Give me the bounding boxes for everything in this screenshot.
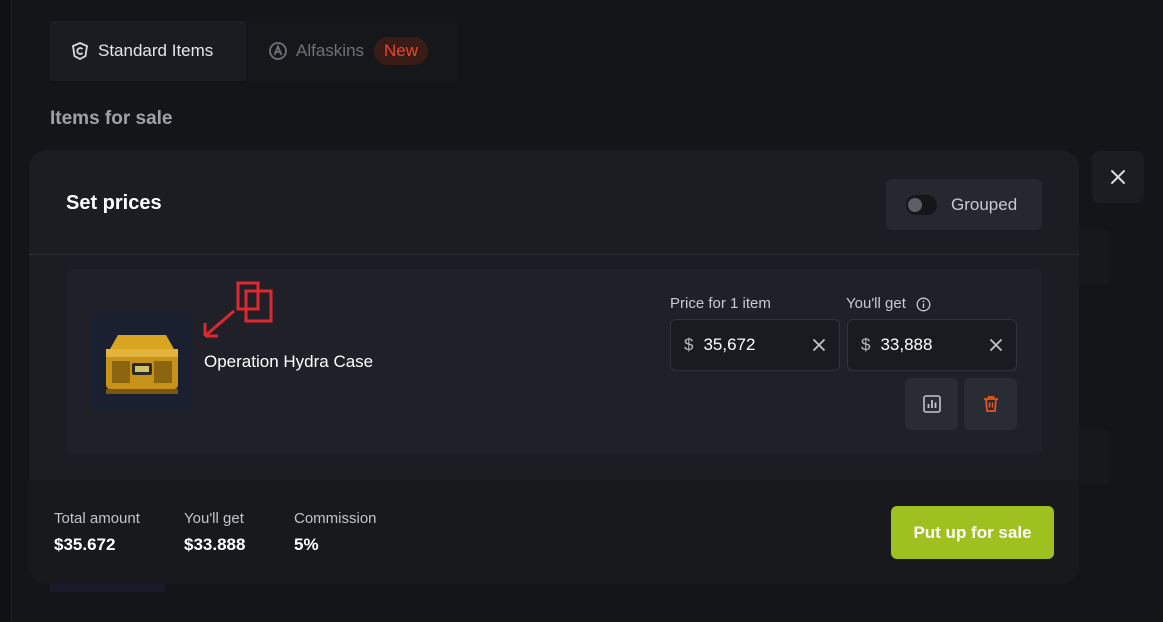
new-badge: New: [374, 37, 429, 65]
item-image: [92, 312, 192, 411]
chart-icon: [922, 395, 941, 413]
commission-value: 5%: [294, 535, 319, 554]
receive-input[interactable]: $ 33,888: [847, 319, 1017, 371]
grouped-label: Grouped: [951, 194, 1018, 214]
trash-icon: [983, 396, 998, 412]
case-icon: [106, 334, 178, 394]
modal-title: Set prices: [66, 192, 162, 214]
tab-alfaskins-label: Alfaskins: [296, 41, 365, 60]
price-input[interactable]: $ 35,672: [670, 319, 840, 371]
item-card: Operation Hydra Case Price for 1 item Yo…: [67, 269, 1042, 454]
item-name: Operation Hydra Case: [204, 352, 374, 371]
you-get-value: $33.888: [184, 535, 246, 554]
tab-standard-items-label: Standard Items: [98, 41, 214, 60]
close-icon: [1111, 170, 1125, 184]
you-get-label: You'll get: [184, 510, 244, 527]
you-get-stat: You'll get $33.888: [184, 510, 245, 555]
currency-symbol: $: [861, 335, 871, 354]
clear-receive-button[interactable]: [976, 338, 1016, 352]
receive-label: You'll get: [846, 295, 906, 312]
clear-icon: [989, 338, 1003, 352]
alfaskins-icon: [268, 41, 288, 61]
price-history-button[interactable]: [905, 378, 958, 430]
receive-value[interactable]: 33,888: [880, 335, 976, 355]
tab-standard-items[interactable]: Standard Items: [50, 21, 246, 81]
copy-arrow-icon: [203, 281, 273, 338]
commission-stat: Commission 5%: [294, 510, 377, 555]
total-amount-stat: Total amount $35.672: [54, 510, 140, 555]
standard-items-icon: [70, 41, 90, 61]
item-source-tabs: Standard Items Alfaskins New: [50, 21, 458, 81]
left-rail: [0, 0, 12, 622]
section-title: Items for sale: [50, 108, 173, 129]
price-value[interactable]: 35,672: [703, 335, 799, 355]
close-modal-button[interactable]: [1092, 151, 1144, 203]
total-amount-value: $35.672: [54, 535, 116, 554]
delete-item-button[interactable]: [964, 378, 1017, 430]
tab-alfaskins[interactable]: Alfaskins New: [248, 21, 458, 81]
clear-price-button[interactable]: [799, 338, 839, 352]
grouped-toggle-button[interactable]: Grouped: [886, 179, 1042, 230]
page: Standard Items Alfaskins New Items for s…: [0, 0, 1163, 622]
total-amount-label: Total amount: [54, 510, 140, 527]
modal-footer: Total amount $35.672 You'll get $33.888 …: [29, 480, 1079, 584]
modal-header: Set prices Grouped: [29, 150, 1079, 255]
info-icon[interactable]: [916, 297, 931, 312]
currency-symbol: $: [684, 335, 694, 354]
commission-label: Commission: [294, 510, 377, 527]
set-prices-modal: Set prices Grouped Operation Hydra Case …: [29, 150, 1079, 584]
grouped-toggle[interactable]: [906, 194, 937, 215]
toggle-knob: [908, 197, 922, 212]
put-up-for-sale-button[interactable]: Put up for sale: [891, 506, 1054, 559]
price-label: Price for 1 item: [670, 295, 771, 312]
clear-icon: [812, 338, 826, 352]
receive-label-wrap: You'll get: [846, 295, 931, 312]
